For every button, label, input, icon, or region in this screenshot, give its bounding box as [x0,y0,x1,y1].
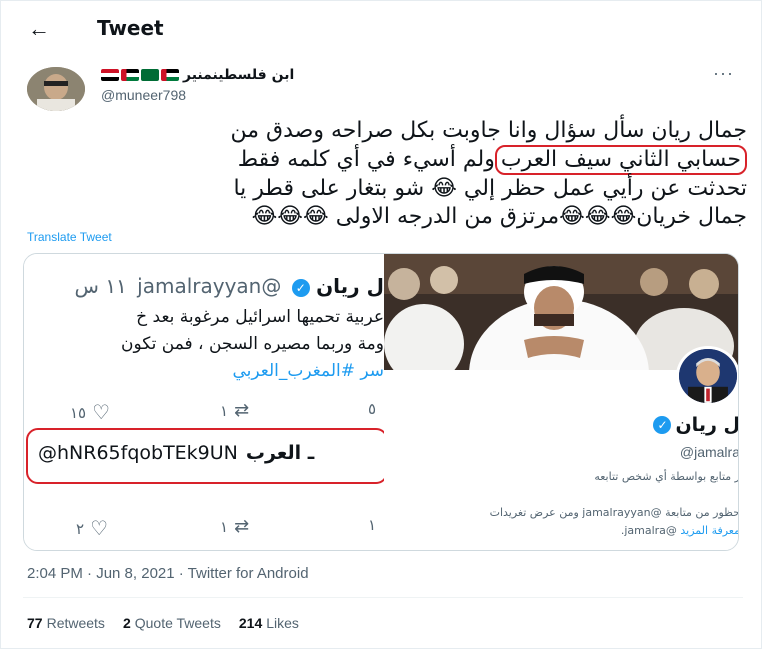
likes-label: Likes [266,615,299,631]
tweet-header: ← Tweet [1,1,761,57]
quoted-hashtag: سر #المغرب_العربي [232,361,384,381]
profile-handle-short: @jamalra. [620,524,677,537]
like-stat: ١٥ ♡ [70,400,110,425]
tweet-line: جمال خريان😂😂😂مرتزق من الدرجه الاولى 😂😂😂 [251,204,747,229]
likes-stat[interactable]: 214 Likes [239,615,299,631]
profile-handle: @jamalra [679,444,739,460]
reply-count: ١ [368,517,377,534]
quote-tweets-stat[interactable]: 2 Quote Tweets [123,615,221,631]
tweet-line: حسابي الثاني سيف العربولم أسيء في أي كلم… [19,145,747,175]
palestine-flag-icon [161,69,179,81]
profile-name: ل ريان ✓ [653,414,739,436]
retweets-label: Retweets [46,615,105,631]
quoted-author-handle: @jamalrayyan [137,274,282,298]
learn-more-link: معرفة المزيد [680,524,739,537]
quoted-line: ومة وربما مصيره السجن ، فمن تكون [120,334,384,354]
retweet-count: ١ [220,402,229,420]
tweet-text: جمال ريان سأل سؤال وانا جاوبت بكل صراحه … [19,117,747,231]
quotes-count: 2 [122,615,131,631]
retweet-stat: ١ ⇄ [220,400,249,421]
profile-display-name: ل ريان [675,414,739,436]
learn-more-row: معرفة المزيد @jamalra. [620,524,739,537]
quoted-line: عربية تحميها اسرائيل مرغوبة بعد خ [136,307,384,327]
highlighted-url-box: @hNR65fqobTEk9UN ـ العرب [26,428,388,484]
more-options-icon[interactable]: ··· [713,63,734,84]
engagement-stats: 77 Retweets 2 Quote Tweets 214 Likes [27,615,299,631]
quoted-author-name: ل ريان [316,274,384,298]
tweet-line: تحدثت عن رأيي عمل حظر إلي 😂 شو بتغار على… [233,176,747,201]
profile-avatar [676,346,738,406]
quoted-stats-row: ١٥ ♡ ١ ⇄ ٥ [24,400,384,424]
tweet-timestamp[interactable]: 2:04 PM · Jun 8, 2021 · Twitter for Andr… [27,565,309,582]
highlighted-account-name: حسابي الثاني سيف العرب [494,145,747,175]
reply-count: ٥ [368,401,377,418]
quoted-url-text: @hNR65fqobTEk9UN [38,442,238,464]
retweets-count: 77 [27,615,43,631]
egypt-flag-icon [101,69,119,81]
likes-count: 214 [238,615,263,631]
saudi-flag-icon [141,69,159,81]
quotes-label: Quote Tweets [134,615,221,631]
quoted-tweet-header: ل ريان ✓ @jamalrayyan ١١ س [24,274,384,298]
like-stat: ٢ ♡ [76,516,108,541]
tweet-page: ← Tweet ابن فلسطين‎منير @muneer798 ··· ج… [0,0,762,649]
reply-stat: ١ [368,516,376,534]
author-handle[interactable]: @muneer798 [101,87,186,103]
verified-badge-icon: ✓ [653,416,672,434]
retweet-icon: ⇄ [234,516,250,536]
retweet-stat: ١ ⇄ [220,516,249,537]
quoted-time: ١١ س [74,274,127,298]
profile-panel: ل ريان ✓ @jamalra ر متابع بواسطة أي شخص … [384,254,739,550]
heart-icon: ♡ [90,518,108,540]
divider [23,597,743,598]
quoted-screenshot-card[interactable]: ل ريان ✓ @jamalrayyan ١١ س عربية تحميها … [23,253,739,551]
verified-badge-icon: ✓ [291,278,310,297]
retweet-count: ١ [220,518,229,536]
quoted-tweet-panel: ل ريان ✓ @jamalrayyan ١١ س عربية تحميها … [24,254,388,550]
author-avatar[interactable] [27,67,85,111]
page-title: Tweet [97,16,164,40]
like-count: ٢ [76,520,85,538]
quoted-url-arabic: ـ العرب [245,442,315,464]
heart-icon: ♡ [92,402,111,424]
flag-icons [101,69,179,81]
blocked-note: حظور من متابعة @jamalrayyan ومن عرض تغري… [489,506,739,519]
author-name[interactable]: ابن فلسطين‎منير [101,67,294,83]
retweets-stat[interactable]: 77 Retweets [27,615,105,631]
retweet-icon: ⇄ [234,400,250,420]
back-arrow-icon[interactable]: ← [23,15,55,43]
like-count: ١٥ [70,404,87,422]
quoted-tweet-body: عربية تحميها اسرائيل مرغوبة بعد خ ومة ور… [24,304,384,385]
jordan-flag-icon [121,69,139,81]
author-display-name: ابن فلسطين‎منير [183,67,295,83]
tweet-line-rest: ولم أسيء في أي كلمه فقط [237,147,495,172]
translate-tweet-link[interactable]: Translate Tweet [27,230,112,244]
quoted-stats-row: ٢ ♡ ١ ⇄ ١ [24,516,384,540]
follow-note: ر متابع بواسطة أي شخص تتابعه [594,470,739,483]
tweet-line: جمال ريان سأل سؤال وانا جاوبت بكل صراحه … [230,118,748,143]
reply-stat: ٥ [368,400,376,418]
